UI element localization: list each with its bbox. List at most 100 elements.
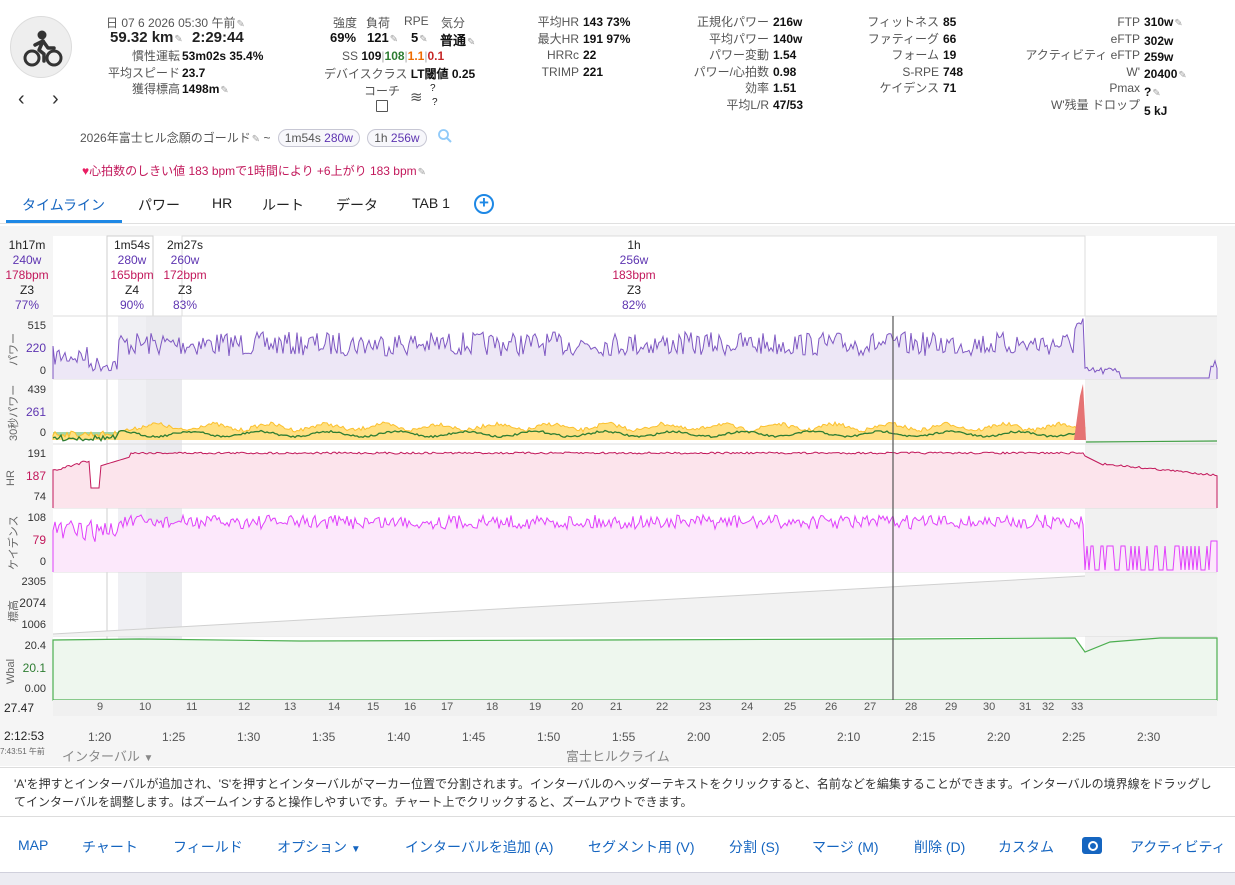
tab-data[interactable]: データ (336, 195, 378, 215)
edit-pencil-icon[interactable]: ✎ (220, 85, 228, 96)
interval-number[interactable]: 15 (367, 701, 379, 713)
edit-pencil-icon[interactable]: ✎ (1174, 18, 1182, 29)
bottom-toolbar: MAP チャート フィールド オプション ▼ インターバルを追加 (A) セグメ… (0, 820, 1235, 872)
edit-pencil-icon[interactable]: ✎ (174, 34, 182, 45)
tab-hr[interactable]: HR (212, 195, 232, 211)
ftp-labels: FTP eFTP アクティビティ eFTP W' Pmax W'残量 ドロップ (1025, 15, 1140, 112)
ftp-values: 310w✎ 302w 259w 20400✎ ?✎ 5 kJ (1144, 15, 1187, 118)
activity-button[interactable]: アクティビティ (1130, 837, 1226, 857)
x-left-distance: 27.47 (4, 701, 35, 715)
hr-tick-min: 74 (33, 491, 46, 503)
hr-labels: 平均HR 最大HR HRRc TRIMP (537, 15, 579, 79)
p30-tick-min: 0 (39, 427, 46, 439)
climb-label[interactable]: 富士ヒルクライム (566, 746, 670, 765)
power-labels: 正規化パワー 平均パワー パワー変動 パワー/心拍数 効率 平均L/R (693, 15, 769, 112)
delete-button[interactable]: 削除 (D) (914, 837, 965, 857)
interval-number[interactable]: 32 (1042, 701, 1054, 713)
x-tick-label: 1:25 (162, 730, 186, 744)
distance-value: 59.32 km✎ (110, 29, 183, 46)
edit-pencil-icon[interactable]: ✎ (1152, 88, 1160, 99)
mood-value[interactable]: 普通✎ (440, 30, 475, 49)
wind-unknown-1: ? (430, 83, 436, 94)
interval-number[interactable]: 25 (784, 701, 796, 713)
altitude-tick-min: 1006 (21, 619, 46, 631)
split-button[interactable]: 分割 (S) (729, 837, 780, 857)
tab-power[interactable]: パワー (138, 195, 180, 215)
camera-icon[interactable] (1082, 837, 1102, 854)
interval-number[interactable]: 33 (1071, 701, 1083, 713)
search-icon[interactable] (437, 128, 453, 144)
rpe-value[interactable]: 5✎ (411, 30, 428, 45)
interval-number[interactable]: 28 (905, 701, 917, 713)
tab-bar: タイムライン パワー HR ルート データ TAB 1 (0, 186, 1235, 224)
interval-number[interactable]: 30 (983, 701, 995, 713)
chart-button[interactable]: チャート (82, 837, 138, 857)
coach-checkbox[interactable] (376, 100, 388, 112)
interval-number[interactable]: 31 (1019, 701, 1031, 713)
interval-number[interactable]: 17 (441, 701, 453, 713)
intensity-label: 強度 (333, 16, 358, 30)
power-tick-max: 515 (27, 320, 46, 332)
interval-number[interactable]: 20 (571, 701, 583, 713)
edit-pencil-icon[interactable]: ✎ (390, 34, 398, 45)
edit-pencil-icon[interactable]: ✎ (1178, 70, 1186, 81)
options-button[interactable]: オプション ▼ (277, 837, 361, 857)
interval-number[interactable]: 22 (656, 701, 668, 713)
merge-button[interactable]: マージ (M) (812, 837, 879, 857)
edit-pencil-icon[interactable]: ✎ (252, 134, 260, 145)
interval-number[interactable]: 26 (825, 701, 837, 713)
x-tick-label: 2:00 (687, 730, 711, 744)
interval-header-4[interactable]: 1h 256w 183bpm Z3 82% (609, 238, 659, 313)
tab-timeline[interactable]: タイムライン (22, 195, 105, 215)
custom-button[interactable]: カスタム (998, 837, 1054, 857)
interval-number[interactable]: 23 (699, 701, 711, 713)
timeline-hint-text: 'A'を押すとインターバルが追加され、'S'を押すとインターバルがマーカー位置で… (0, 767, 1235, 817)
interval-number[interactable]: 14 (328, 701, 340, 713)
segment-row[interactable]: 2026年富士ヒル念願のゴールド✎ ~ 1m54s 280w 1h 256w (80, 129, 427, 147)
interval-header-2[interactable]: 1m54s 280w 165bpm Z4 90% (107, 238, 157, 313)
interval-header-3[interactable]: 2m27s 260w 172bpm Z3 83% (160, 238, 210, 313)
x-tick-label: 2:20 (987, 730, 1011, 744)
interval-number[interactable]: 19 (529, 701, 541, 713)
timeline-chart[interactable]: 1h17m 240w 178bpm Z3 77% 1m54s 280w 165bpm Z4 90… (0, 226, 1235, 766)
edit-pencil-icon[interactable]: ✎ (467, 37, 475, 48)
edit-pencil-icon[interactable]: ✎ (419, 34, 427, 45)
interval-number[interactable]: 9 (97, 701, 103, 713)
tab-route[interactable]: ルート (262, 195, 304, 215)
add-tab-plus-icon[interactable]: + (474, 194, 494, 214)
interval-number[interactable]: 21 (610, 701, 622, 713)
fields-button[interactable]: フィールド (173, 837, 243, 857)
segment-button[interactable]: セグメント用 (V) (588, 837, 695, 857)
ss-row: SS 109|108|1.1|0.1 (342, 49, 445, 63)
interval-number[interactable]: 16 (404, 701, 416, 713)
wbal-tick-max: 20.4 (24, 640, 46, 652)
x-tick-label: 1:55 (612, 730, 636, 744)
next-activity-chevron-icon[interactable]: › (52, 88, 59, 111)
interval-number[interactable]: 18 (486, 701, 498, 713)
interval-number[interactable]: 10 (139, 701, 151, 713)
map-button[interactable]: MAP (18, 837, 48, 853)
tab-1[interactable]: TAB 1 (412, 195, 450, 211)
interval-number[interactable]: 27 (864, 701, 876, 713)
interval-dropdown[interactable]: インターバル ▼ (62, 746, 153, 765)
cadence-tick-min: 0 (39, 556, 46, 568)
prev-activity-chevron-icon[interactable]: ‹ (18, 88, 25, 111)
sport-avatar (10, 16, 72, 78)
segment-chip-2[interactable]: 1h 256w (367, 129, 427, 147)
interval-number[interactable]: 24 (741, 701, 753, 713)
interval-number[interactable]: 12 (238, 701, 250, 713)
interval-header-1[interactable]: 1h17m 240w 178bpm Z3 77% (2, 238, 52, 313)
load-value[interactable]: 121✎ (367, 30, 398, 45)
p30-tick-max: 439 (27, 384, 46, 396)
interval-number[interactable]: 29 (945, 701, 957, 713)
power-tick-min: 0 (39, 365, 46, 377)
interval-number[interactable]: 11 (186, 701, 197, 713)
edit-pencil-icon[interactable]: ✎ (418, 167, 426, 178)
interval-number[interactable]: 13 (284, 701, 296, 713)
hr-threshold-note[interactable]: ♥心拍数のしきい値 183 bpmで1時間により +6上がり 183 bpm✎ (82, 162, 426, 179)
add-interval-button[interactable]: インターバルを追加 (A) (405, 837, 553, 857)
hr-tick-max: 191 (27, 448, 46, 460)
bottom-strip (0, 872, 1235, 885)
segment-title[interactable]: 2026年富士ヒル念願のゴールド (80, 131, 251, 145)
segment-chip-1[interactable]: 1m54s 280w (277, 129, 360, 147)
